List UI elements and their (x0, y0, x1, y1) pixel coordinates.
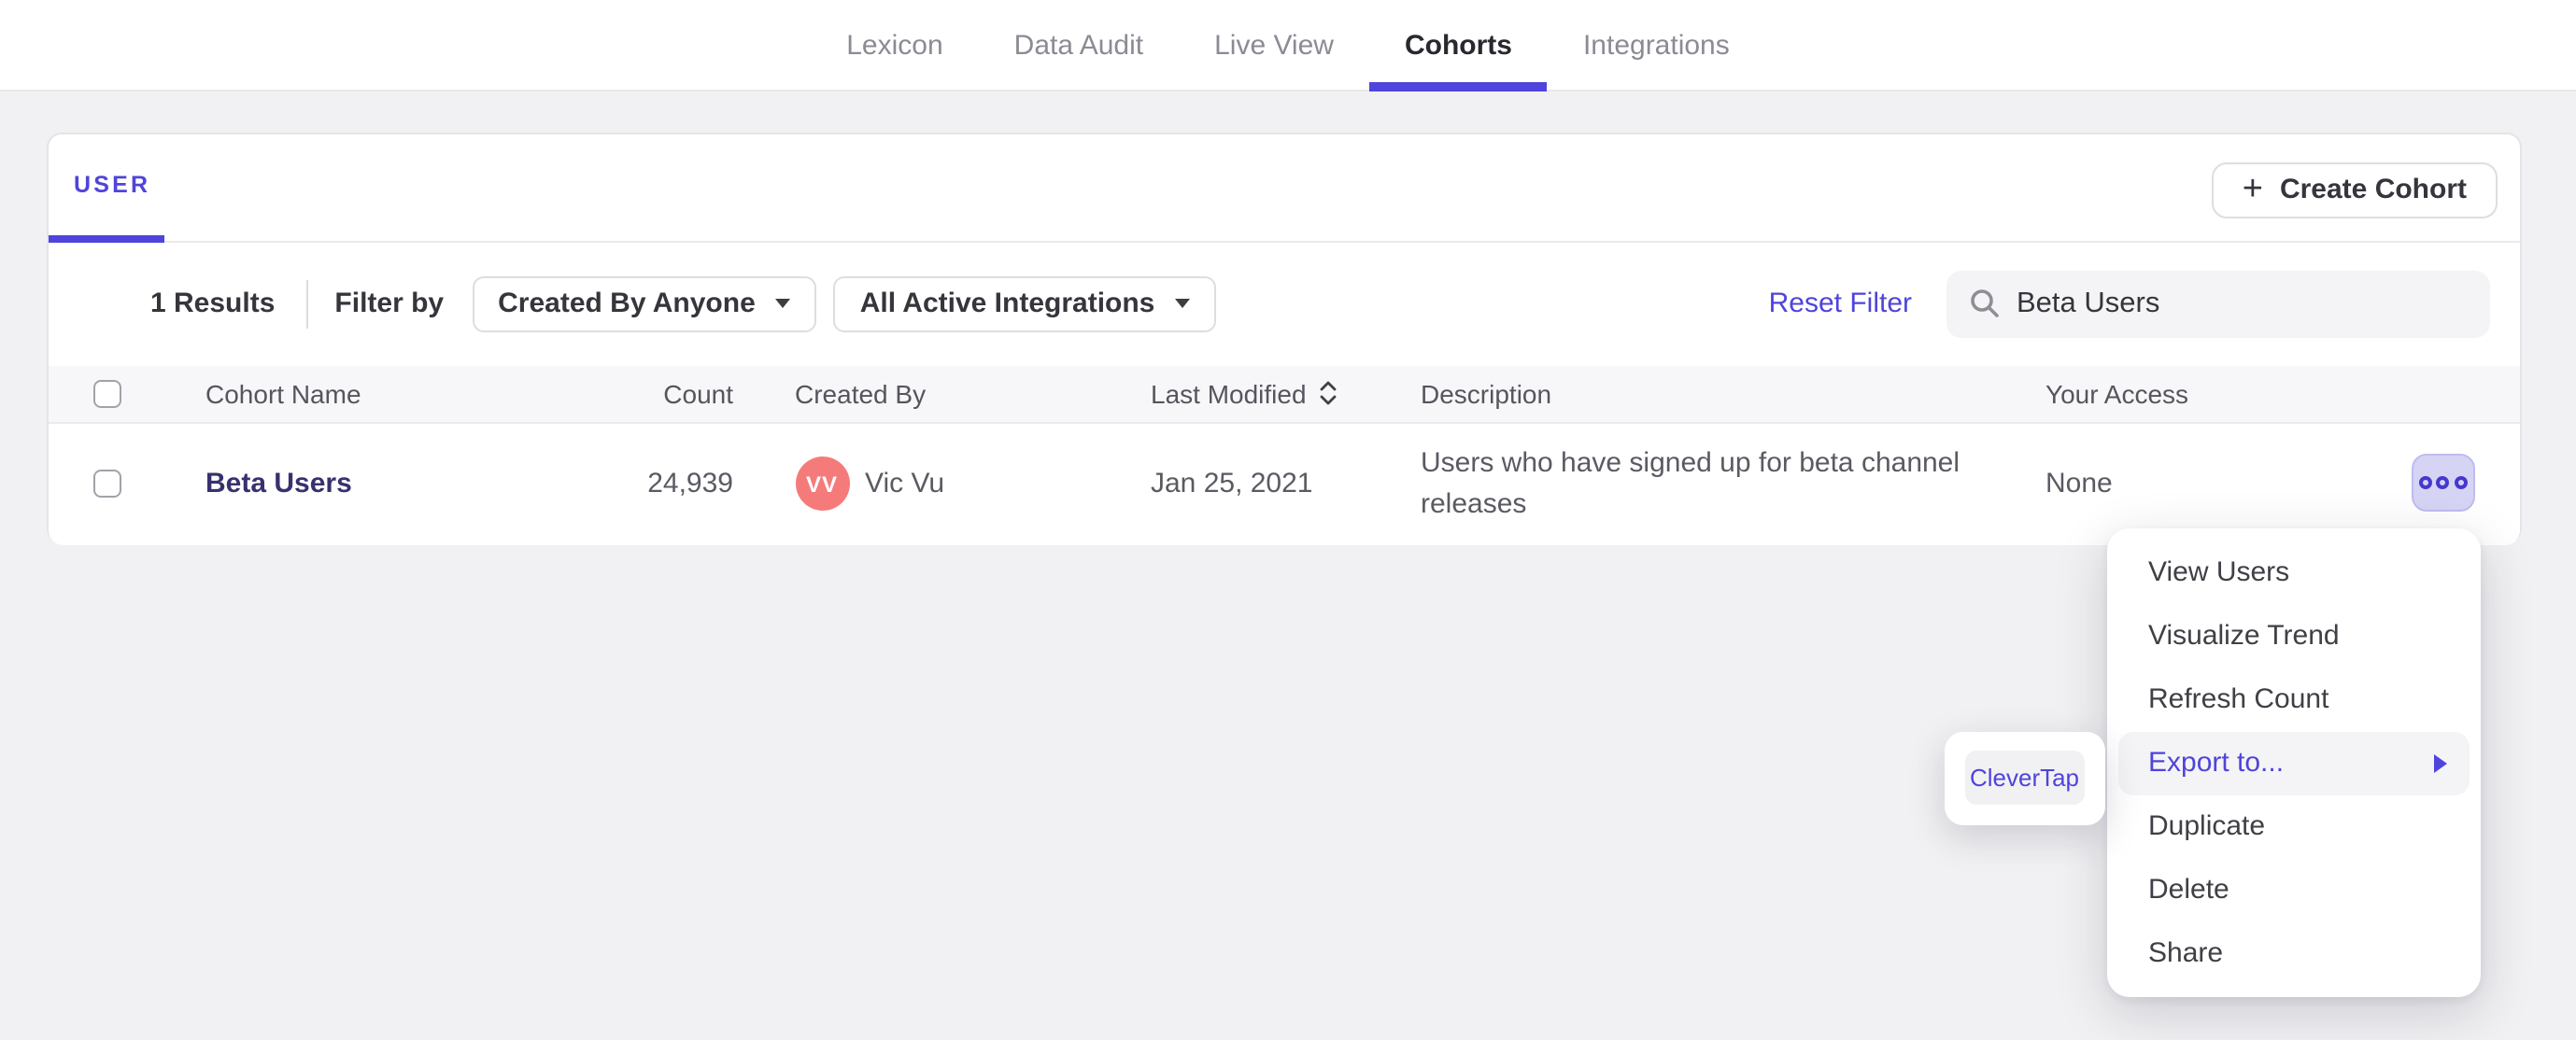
create-cohort-button[interactable]: + Create Cohort (2212, 162, 2497, 218)
meatball-icon (2454, 475, 2467, 488)
nav-item-lexicon[interactable]: Lexicon (811, 0, 978, 90)
reset-filter-link[interactable]: Reset Filter (1769, 288, 1912, 320)
search-box[interactable] (1946, 270, 2490, 338)
header-last-modified[interactable]: Last Modified (1151, 379, 1338, 409)
filter-by-label: Filter by (334, 288, 445, 320)
creator-name: Vic Vu (865, 468, 945, 500)
caret-down-icon (1175, 299, 1191, 309)
select-all-checkbox[interactable] (93, 379, 121, 408)
row-checkbox-cell (93, 470, 121, 499)
created-by-dropdown-label: Created By Anyone (498, 288, 756, 320)
table-header: Cohort Name Count Created By Last Modifi… (48, 365, 2520, 424)
top-nav-items: Lexicon Data Audit Live View Cohorts Int… (0, 0, 2576, 91)
plus-icon: + (2242, 170, 2263, 209)
menu-item-visualize-trend[interactable]: Visualize Trend (2106, 604, 2481, 668)
submenu-item-clevertap[interactable]: CleverTap (1964, 750, 2085, 805)
integrations-dropdown-label: All Active Integrations (859, 288, 1155, 320)
sort-icon (1321, 382, 1337, 405)
nav-item-data-audit[interactable]: Data Audit (979, 0, 1179, 90)
row-actions-menu: View Users Visualize Trend Refresh Count… (2106, 528, 2481, 997)
tab-user-label: USER (74, 172, 151, 198)
cohort-name-link[interactable]: Beta Users (205, 469, 352, 500)
top-nav: Lexicon Data Audit Live View Cohorts Int… (0, 0, 2576, 91)
cohorts-panel: USER + Create Cohort 1 Results Filter by… (46, 133, 2522, 544)
header-last-modified-label: Last Modified (1151, 378, 1307, 409)
filter-bar: 1 Results Filter by Created By Anyone Al… (48, 243, 2520, 365)
page: Lexicon Data Audit Live View Cohorts Int… (0, 0, 2576, 1040)
search-input[interactable] (2017, 287, 2468, 321)
meatball-icon (2418, 475, 2431, 488)
menu-item-share[interactable]: Share (2106, 921, 2481, 985)
menu-item-view-users[interactable]: View Users (2106, 541, 2481, 604)
search-icon (1970, 289, 1998, 318)
menu-item-export-to-label: Export to... (2148, 747, 2285, 779)
panel-tabs-row: USER + Create Cohort (48, 134, 2520, 243)
header-cohort-name: Cohort Name (205, 378, 361, 409)
last-modified-date: Jan 25, 2021 (1151, 468, 1313, 500)
header-count: Count (663, 378, 733, 409)
nav-label: Live View (1214, 29, 1334, 61)
access-value: None (2045, 468, 2113, 500)
menu-item-delete[interactable]: Delete (2106, 858, 2481, 921)
caret-down-icon (775, 299, 791, 309)
cohort-description: Users who have signed up for beta channe… (1421, 447, 1960, 520)
cohort-count: 24,939 (647, 468, 733, 500)
submenu-arrow-icon (2434, 753, 2447, 772)
menu-item-duplicate[interactable]: Duplicate (2106, 794, 2481, 858)
nav-label: Data Audit (1013, 29, 1144, 61)
nav-label: Integrations (1582, 29, 1730, 61)
nav-label: Lexicon (846, 29, 943, 61)
row-actions-button[interactable] (2411, 453, 2474, 511)
table-row: Beta Users 24,939 VV Vic Vu Jan 25, 2021… (48, 424, 2520, 544)
header-description: Description (1421, 378, 1552, 409)
header-your-access: Your Access (2045, 378, 2189, 409)
export-submenu: CleverTap (1945, 731, 2104, 825)
row-checkbox[interactable] (93, 470, 121, 499)
create-cohort-label: Create Cohort (2279, 174, 2467, 205)
header-created-by: Created By (795, 378, 927, 409)
nav-label: Cohorts (1404, 29, 1512, 61)
vertical-divider (306, 279, 309, 329)
nav-item-live-view[interactable]: Live View (1179, 0, 1369, 90)
nav-item-cohorts[interactable]: Cohorts (1368, 0, 1548, 91)
menu-item-export-to[interactable]: Export to... (2117, 731, 2470, 794)
active-tab-underline (1368, 82, 1548, 91)
menu-item-refresh-count[interactable]: Refresh Count (2106, 668, 2481, 731)
avatar: VV (795, 457, 849, 512)
integrations-dropdown[interactable]: All Active Integrations (833, 275, 1217, 332)
results-count: 1 Results (150, 288, 276, 320)
creator-cell: VV Vic Vu (795, 457, 944, 512)
select-all-checkbox-cell (93, 379, 121, 408)
tab-user[interactable]: USER (48, 134, 164, 243)
nav-item-integrations[interactable]: Integrations (1548, 0, 1765, 90)
meatball-icon (2436, 475, 2449, 488)
created-by-dropdown[interactable]: Created By Anyone (472, 275, 817, 332)
